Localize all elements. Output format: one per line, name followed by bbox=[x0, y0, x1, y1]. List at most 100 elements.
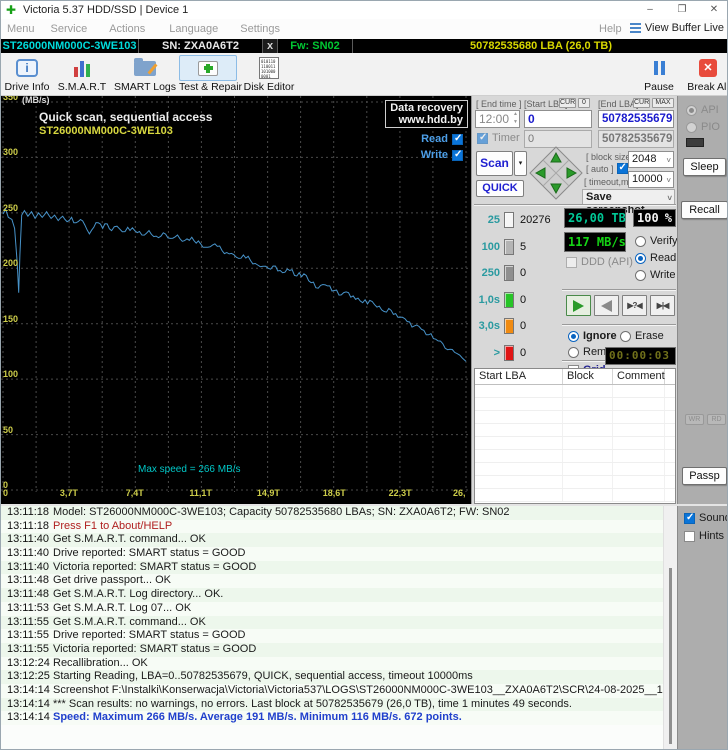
menu-help[interactable]: Help bbox=[599, 23, 622, 35]
menu-item-settings[interactable]: Settings bbox=[240, 22, 280, 36]
log-time: 13:11:18 bbox=[1, 506, 47, 520]
log-row: 13:12:24Recallibration... OK bbox=[1, 657, 663, 671]
mode-read[interactable]: Read bbox=[635, 252, 676, 264]
hints-checkbox[interactable] bbox=[684, 531, 695, 542]
end-time-spinner[interactable]: 12:00 ▲▼ bbox=[475, 110, 520, 128]
disk-editor-button[interactable]: 010110 110011 101000 0001 Disk Editor bbox=[241, 55, 297, 94]
device-model: ST26000NM000C-3WE103 bbox=[1, 39, 139, 53]
block-label: 25 bbox=[474, 214, 500, 226]
timeout-combo[interactable]: 10000˅ bbox=[628, 171, 674, 188]
recall-button[interactable]: Recall bbox=[681, 201, 728, 219]
timer-checkbox[interactable] bbox=[477, 133, 488, 144]
end-cur-button[interactable]: CUR bbox=[633, 98, 650, 108]
quick-button[interactable]: QUICK bbox=[476, 180, 524, 197]
start-scan-button[interactable] bbox=[566, 295, 591, 316]
table-row[interactable] bbox=[475, 450, 675, 463]
y-tick-label: 200 bbox=[3, 258, 18, 268]
verify-radio[interactable] bbox=[635, 236, 646, 247]
remap-radio[interactable] bbox=[568, 347, 579, 358]
block-label: 100 bbox=[474, 241, 500, 253]
spinner-arrows-icon[interactable]: ▲▼ bbox=[513, 110, 518, 126]
table-row[interactable] bbox=[475, 424, 675, 437]
mode-write[interactable]: Write bbox=[635, 269, 675, 281]
view-buffer-live[interactable]: View Buffer Live bbox=[630, 22, 724, 34]
block-size-combo[interactable]: 2048˅ bbox=[628, 151, 674, 168]
mode-verify[interactable]: Verify bbox=[635, 235, 678, 247]
block-count: 5 bbox=[520, 241, 526, 253]
log-message: Victoria reported: SMART status = GOOD bbox=[47, 561, 256, 575]
skip-end-button[interactable]: ▶|◀ bbox=[650, 295, 675, 316]
sound-checkbox[interactable] bbox=[684, 513, 695, 524]
api-radio bbox=[686, 105, 697, 116]
sound-toggle[interactable]: Sound bbox=[684, 512, 728, 524]
table-row[interactable] bbox=[475, 476, 675, 489]
device-capacity: 50782535680 LBA (26,0 TB) bbox=[353, 39, 728, 53]
menu-item-menu[interactable]: Menu bbox=[7, 22, 35, 36]
table-row[interactable] bbox=[475, 437, 675, 450]
log-scrollbar-thumb[interactable] bbox=[669, 568, 672, 744]
start-lba-input[interactable]: 0 bbox=[524, 110, 592, 128]
start-cur-button[interactable]: CUR bbox=[559, 98, 576, 108]
table-row[interactable] bbox=[475, 463, 675, 476]
menu-item-actions[interactable]: Actions bbox=[109, 22, 145, 36]
onerr-ignore[interactable]: Ignore bbox=[568, 330, 617, 342]
scan-button[interactable]: Scan bbox=[476, 151, 513, 176]
save-screenshot-combo[interactable]: Save screenshot˅ bbox=[582, 189, 675, 205]
drive-info-button[interactable]: i Drive Info bbox=[3, 55, 51, 94]
menu-item-service[interactable]: Service bbox=[51, 22, 88, 36]
write-checkbox[interactable] bbox=[452, 150, 463, 161]
table-row[interactable] bbox=[475, 398, 675, 411]
log-message: Starting Reading, LBA=0..50782535679, QU… bbox=[47, 670, 473, 684]
minimize-button[interactable]: – bbox=[643, 3, 657, 17]
smart-logs-button[interactable]: SMART Logs bbox=[113, 55, 177, 94]
timer-toggle[interactable]: Timer bbox=[477, 132, 520, 144]
pause-button[interactable]: Pause bbox=[639, 55, 679, 94]
separator bbox=[474, 204, 676, 206]
menu-item-language[interactable]: Language bbox=[169, 22, 218, 36]
table-row[interactable] bbox=[475, 411, 675, 424]
onerr-erase[interactable]: Erase bbox=[620, 330, 664, 342]
percent-lcd: 100% bbox=[633, 209, 676, 227]
scan-dropdown-button[interactable]: ▾ bbox=[514, 151, 527, 176]
block-legend-row: 100 5 bbox=[474, 238, 526, 256]
log-row: 13:11:40Drive reported: SMART status = G… bbox=[1, 547, 663, 561]
log-time: 13:11:55 bbox=[1, 629, 47, 643]
sleep-button[interactable]: Sleep bbox=[683, 158, 726, 176]
log-time: 13:11:55 bbox=[1, 643, 47, 657]
close-button[interactable]: ✕ bbox=[707, 3, 721, 17]
hints-toggle[interactable]: Hints bbox=[684, 530, 724, 542]
ignore-radio[interactable] bbox=[568, 331, 579, 342]
test-repair-button[interactable]: Test & Repair bbox=[179, 55, 237, 94]
seek-dpad[interactable] bbox=[529, 146, 583, 200]
back-icon bbox=[601, 300, 612, 312]
smart-button[interactable]: S.M.A.R.T bbox=[57, 55, 107, 94]
table-row[interactable] bbox=[475, 489, 675, 502]
log-row: 13:14:14Screenshot F:\Instalki\Konserwac… bbox=[1, 684, 663, 698]
break-all-button[interactable]: ✕ Break All bbox=[685, 55, 728, 94]
read-checkbox[interactable] bbox=[452, 134, 463, 145]
log-scrollbar[interactable] bbox=[663, 506, 677, 750]
table-row[interactable] bbox=[475, 385, 675, 398]
separator bbox=[562, 324, 676, 326]
skip-error-button[interactable]: ▶?◀ bbox=[622, 295, 647, 316]
block-label: > bbox=[474, 347, 500, 359]
passp-button[interactable]: Passp bbox=[682, 467, 727, 485]
main-area: (MB/s) Quick scan, sequential access ST2… bbox=[1, 96, 728, 506]
device-close-button[interactable]: x bbox=[263, 39, 278, 53]
back-button[interactable] bbox=[594, 295, 619, 316]
device-status-bar: ST26000NM000C-3WE103 SN: ZXA0A6T2 x Fw: … bbox=[1, 39, 728, 53]
end-lba-input[interactable]: 50782535679 bbox=[598, 110, 674, 128]
end-max-button[interactable]: MAX bbox=[652, 98, 674, 108]
maximize-button[interactable]: ❐ bbox=[675, 3, 689, 17]
y-tick-label: 100 bbox=[3, 369, 18, 379]
log-message: Screenshot F:\Instalki\Konserwacja\Victo… bbox=[47, 684, 663, 698]
erase-radio[interactable] bbox=[620, 331, 631, 342]
x-tick-label: 14,9T bbox=[257, 488, 280, 498]
auto-checkbox[interactable] bbox=[617, 163, 628, 174]
legend-write: Write bbox=[421, 149, 463, 161]
start-zero-button[interactable]: 0 bbox=[578, 98, 590, 108]
auto-toggle[interactable]: [ auto ] bbox=[586, 163, 628, 174]
write-radio[interactable] bbox=[635, 270, 646, 281]
read-radio[interactable] bbox=[635, 253, 646, 264]
log-message: Press F1 to About/HELP bbox=[47, 520, 172, 534]
